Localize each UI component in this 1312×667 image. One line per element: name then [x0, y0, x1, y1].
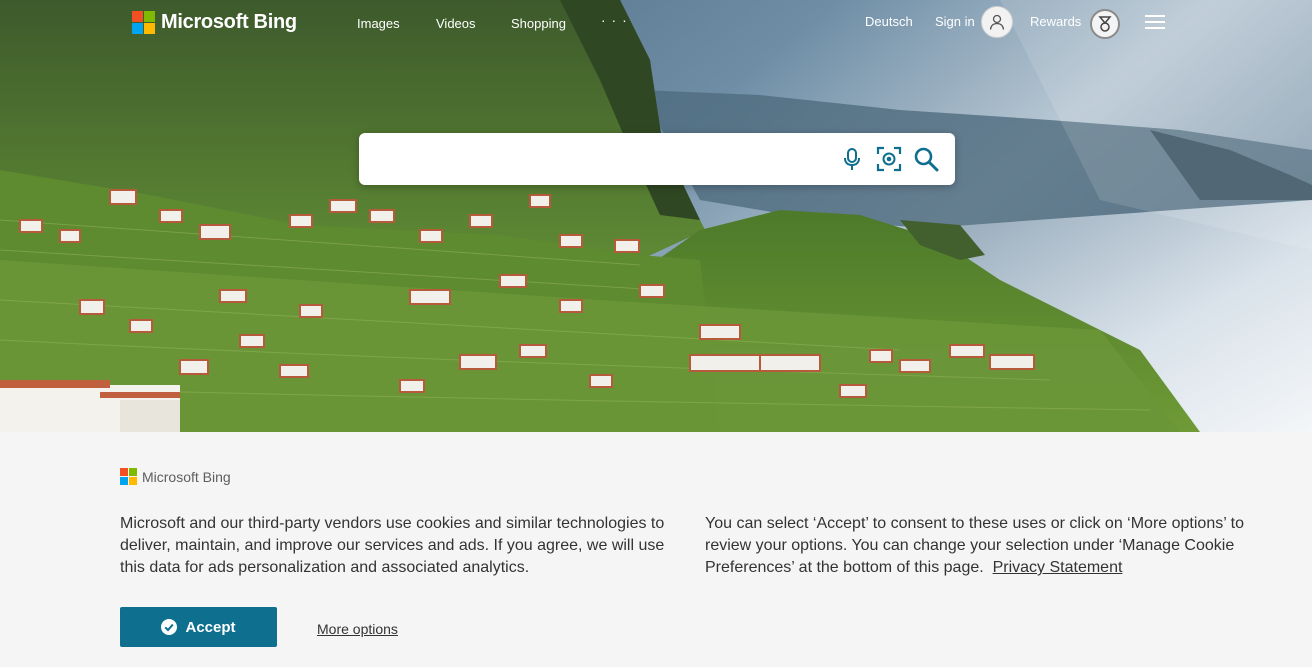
cookie-description-right-text: You can select ‘Accept’ to consent to th… — [705, 515, 1244, 576]
search-box — [359, 133, 955, 185]
microphone-icon[interactable] — [839, 146, 865, 172]
logo-text: Microsoft Bing — [161, 11, 297, 33]
bing-logo[interactable]: Microsoft Bing — [132, 11, 297, 34]
more-nav-menu[interactable]: · · · — [601, 12, 628, 28]
nav-videos[interactable]: Videos — [436, 16, 476, 31]
landscape-illustration — [0, 0, 1312, 432]
banner-logo: Microsoft Bing — [120, 468, 231, 485]
visual-search-icon[interactable] — [876, 146, 902, 172]
background-image — [0, 0, 1312, 432]
person-icon — [989, 14, 1005, 30]
accept-button[interactable]: Accept — [120, 607, 277, 647]
medal-icon — [1098, 16, 1112, 32]
rewards-medal-icon[interactable] — [1090, 9, 1120, 39]
cookie-consent-banner: Microsoft Bing Microsoft and our third-p… — [0, 432, 1312, 667]
banner-logo-text: Microsoft Bing — [142, 468, 231, 485]
cookie-description-left: Microsoft and our third-party vendors us… — [120, 515, 665, 576]
microsoft-logo-icon — [132, 11, 155, 34]
microsoft-logo-icon — [120, 468, 137, 485]
nav-images[interactable]: Images — [357, 16, 400, 31]
rewards-link[interactable]: Rewards — [1030, 14, 1081, 29]
cookie-description-right: You can select ‘Accept’ to consent to th… — [705, 513, 1265, 579]
language-link[interactable]: Deutsch — [865, 14, 913, 29]
sign-in-link[interactable]: Sign in — [935, 14, 975, 29]
checkmark-circle-icon — [161, 619, 178, 635]
privacy-statement-link[interactable]: Privacy Statement — [993, 559, 1123, 576]
user-avatar-icon[interactable] — [981, 6, 1013, 38]
nav-shopping[interactable]: Shopping — [511, 16, 566, 31]
top-bar: Microsoft Bing Images Videos Shopping · … — [0, 0, 1312, 46]
search-input[interactable] — [375, 143, 835, 175]
more-options-link[interactable]: More options — [317, 621, 398, 637]
accept-label: Accept — [185, 618, 236, 636]
search-icon[interactable] — [913, 146, 939, 172]
menu-icon[interactable] — [1145, 15, 1165, 29]
